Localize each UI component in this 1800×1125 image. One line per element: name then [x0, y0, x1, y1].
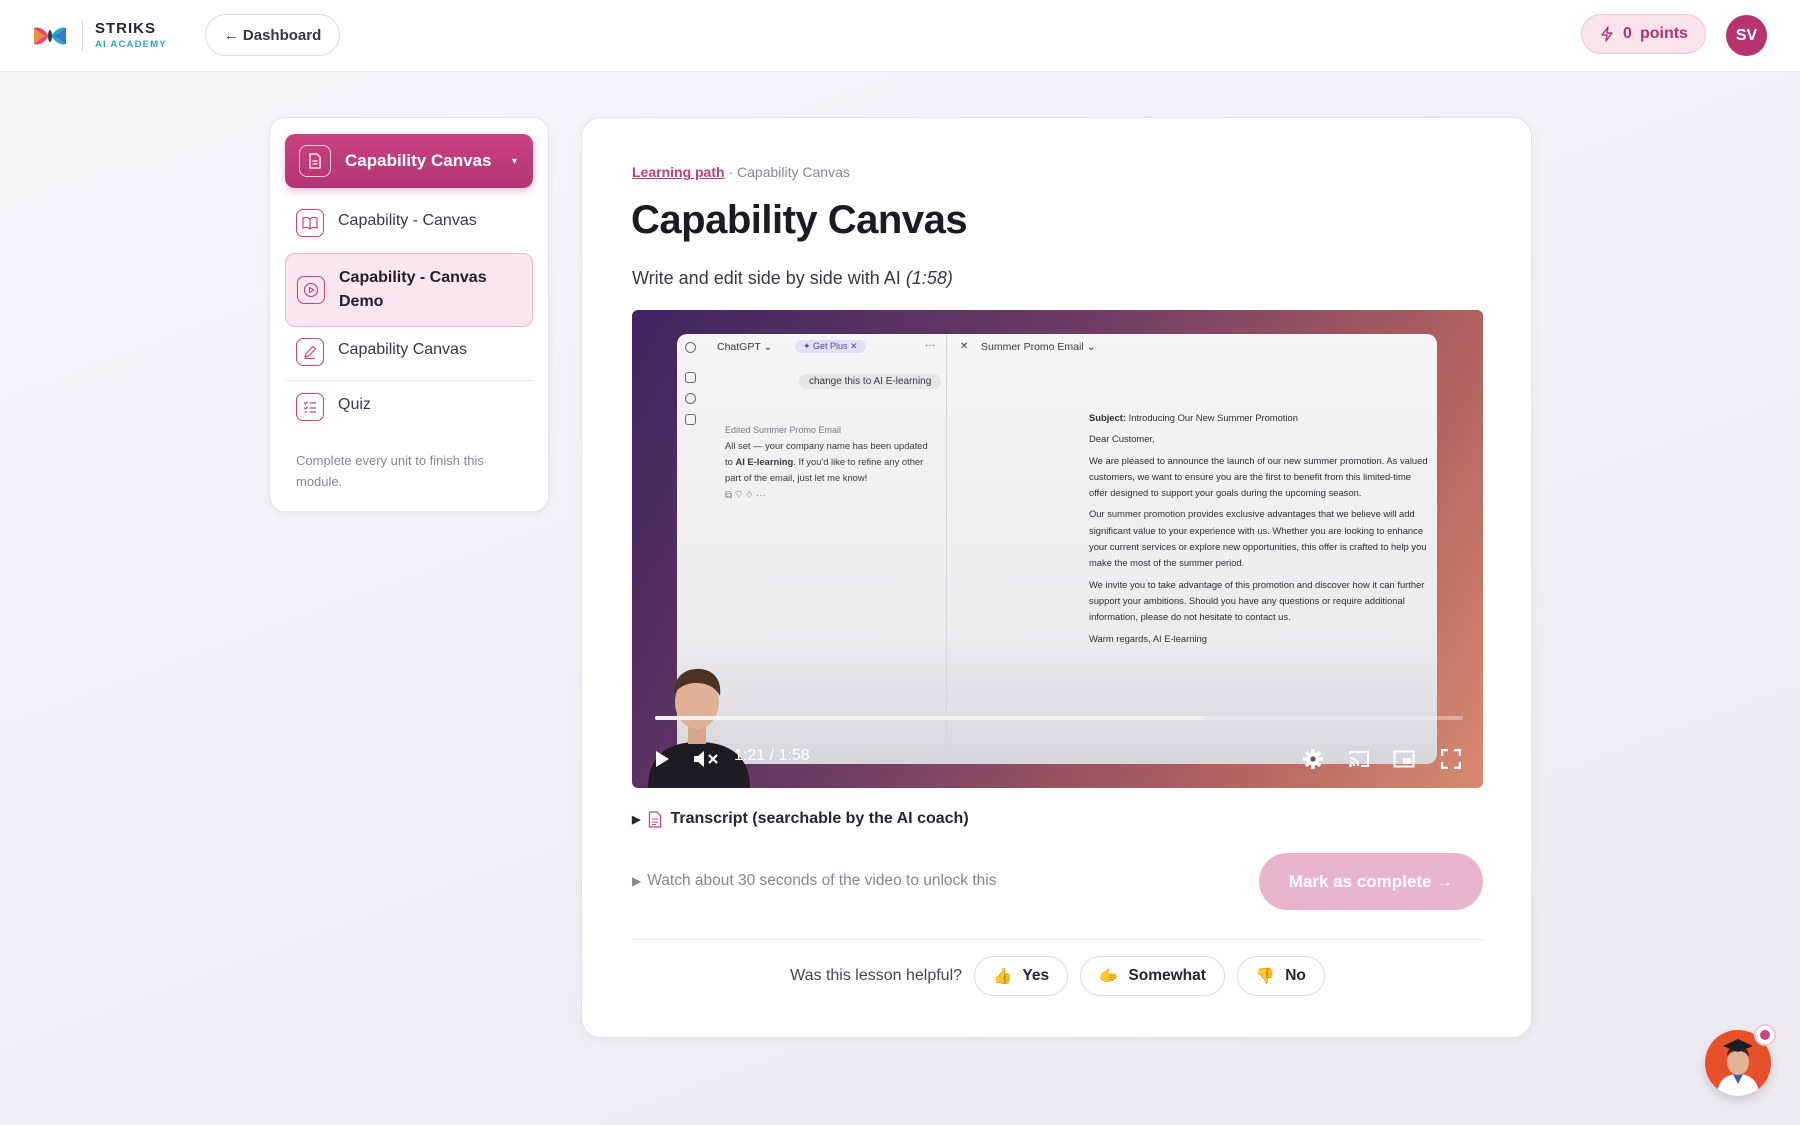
brand-wordmark: STRIKS AI ACADEMY: [95, 21, 167, 50]
sidebar-unit-quiz[interactable]: Quiz: [285, 386, 533, 426]
video-chat-app-name: ChatGPT ⌄: [717, 341, 773, 353]
book-icon: [296, 209, 324, 237]
module-title: Capability Canvas: [345, 151, 492, 170]
checklist-icon: [296, 393, 324, 421]
document-icon: [299, 145, 331, 177]
subtitle-text: Write and edit side by side with AI: [632, 268, 901, 288]
mute-icon[interactable]: [691, 746, 721, 772]
feedback-somewhat-button[interactable]: 🫱 Somewhat: [1080, 956, 1225, 996]
play-triangle-icon: ▶: [632, 874, 642, 888]
sidebar-unit-label: Capability - Canvas: [338, 212, 477, 229]
feedback-label: Somewhat: [1128, 967, 1206, 984]
mark-complete-label: Mark as complete →: [1288, 871, 1454, 891]
logo-divider: [82, 20, 83, 51]
module-completion-note: Complete every unit to finish this modul…: [296, 453, 484, 489]
breadcrumb: Learning path · Capability Canvas: [632, 164, 850, 180]
video-doc-close: ✕: [960, 341, 969, 352]
video-doc-title: Summer Promo Email ⌄: [981, 341, 1096, 353]
breadcrumb-learning-path-link[interactable]: Learning path: [632, 164, 725, 180]
brand-subtitle: AI ACADEMY: [95, 39, 167, 50]
video-player[interactable]: ChatGPT ⌄ ✦ Get Plus ✕ ··· change this t…: [632, 310, 1483, 788]
breadcrumb-separator: ·: [724, 164, 738, 180]
module-sidebar: Capability Canvas ▾ Capability - Canvas …: [269, 117, 549, 512]
unlock-hint: ▶ Watch about 30 seconds of the video to…: [632, 872, 996, 890]
video-reply-line-2: to AI E-learning. If you'd like to refin…: [725, 456, 924, 467]
transcript-label: Transcript (searchable by the AI coach): [670, 810, 969, 827]
thumbs-down-icon: 👎: [1255, 967, 1276, 985]
miniplayer-icon[interactable]: [1391, 746, 1417, 772]
sidebar-unit-capability-canvas-exercise[interactable]: Capability Canvas: [285, 331, 533, 371]
lesson-subtitle: Write and edit side by side with AI (1:5…: [632, 268, 953, 289]
brand-name: STRIKS: [95, 20, 157, 37]
user-avatar[interactable]: SV: [1726, 15, 1767, 56]
feedback-label: Yes: [1022, 967, 1050, 984]
video-progress-bar[interactable]: [655, 716, 1463, 720]
page-title: Capability Canvas: [631, 198, 968, 242]
lightning-icon: [1601, 26, 1613, 42]
feedback-label: No: [1285, 967, 1306, 984]
video-time-separator: /: [765, 747, 779, 764]
feedback-no-button[interactable]: 👎 No: [1236, 956, 1325, 996]
card-divider: [632, 939, 1483, 940]
pencil-icon: [296, 338, 324, 366]
cast-icon[interactable]: [1346, 746, 1372, 772]
video-total-time: 1:58: [778, 747, 810, 764]
video-edited-label: Edited Summer Promo Email: [725, 425, 842, 435]
feedback-row: Was this lesson helpful? 👍 Yes 🫱 Somewha…: [582, 956, 1533, 996]
video-frame-screenshot: ChatGPT ⌄ ✦ Get Plus ✕ ··· change this t…: [677, 334, 1437, 764]
transcript-toggle[interactable]: ▶ Transcript (searchable by the AI coach…: [632, 810, 969, 828]
mark-complete-button[interactable]: Mark as complete →: [1259, 853, 1483, 910]
sidebar-unit-label: Quiz: [338, 396, 371, 413]
settings-gear-icon[interactable]: [1300, 746, 1326, 772]
thumbs-up-icon: 👍: [993, 967, 1013, 985]
feedback-question: Was this lesson helpful?: [790, 967, 963, 984]
video-progress-fill: [655, 716, 1205, 720]
points-label: points: [1639, 25, 1688, 42]
feedback-yes-button[interactable]: 👍 Yes: [974, 956, 1069, 996]
points-value: 0: [1623, 25, 1632, 42]
video-menu-dots: ···: [925, 340, 935, 351]
hand-icon: 🫱: [1099, 967, 1119, 985]
disclosure-triangle-icon: ▶: [632, 813, 641, 826]
unlock-text: Watch about 30 seconds of the video to u…: [647, 872, 997, 889]
sidebar-unit-label: Capability - Canvas Demo: [339, 269, 487, 310]
document-icon: [649, 810, 662, 828]
notification-dot: [1754, 1024, 1776, 1046]
dashboard-button-label: ← Dashboard: [223, 26, 322, 44]
sidebar-unit-label: Capability Canvas: [338, 341, 467, 358]
video-time-display: 1:21 / 1:58: [734, 747, 810, 765]
video-controls: 1:21 / 1:58: [632, 740, 1483, 780]
video-user-prompt: change this to AI E-learning: [799, 374, 942, 389]
video-reply-line-3: part of the email, just let me know!: [725, 472, 868, 483]
play-circle-icon: [297, 276, 325, 304]
top-bar: STRIKS AI ACADEMY ← Dashboard 0 points S…: [0, 0, 1800, 72]
video-reply-actions: ⧉ ♡ ♢ ···: [725, 490, 766, 501]
video-get-plus-pill: ✦ Get Plus ✕: [795, 340, 866, 353]
avatar-initials: SV: [1735, 26, 1758, 44]
lesson-card: Learning path · Capability Canvas Capabi…: [581, 117, 1532, 1038]
points-badge[interactable]: 0 points: [1581, 14, 1706, 54]
play-icon[interactable]: [649, 746, 675, 772]
video-reply-line-1: All set — your company name has been upd…: [725, 440, 928, 451]
sidebar-divider: [285, 380, 533, 381]
sidebar-unit-capability-canvas[interactable]: Capability - Canvas: [285, 202, 533, 242]
video-current-time: 1:21: [734, 747, 766, 764]
module-dropdown-button[interactable]: Capability Canvas ▾: [285, 134, 533, 188]
sidebar-unit-canvas-demo[interactable]: Capability - Canvas Demo: [285, 253, 533, 327]
video-duration: (1:58): [905, 268, 953, 288]
striks-logo-icon[interactable]: [33, 22, 67, 50]
video-email-document: Subject: Introducing Our New Summer Prom…: [1089, 412, 1428, 644]
chevron-down-icon: ▾: [511, 155, 517, 167]
dashboard-button[interactable]: ← Dashboard: [205, 14, 340, 56]
breadcrumb-current: Capability Canvas: [737, 164, 850, 180]
fullscreen-icon[interactable]: [1438, 746, 1464, 772]
